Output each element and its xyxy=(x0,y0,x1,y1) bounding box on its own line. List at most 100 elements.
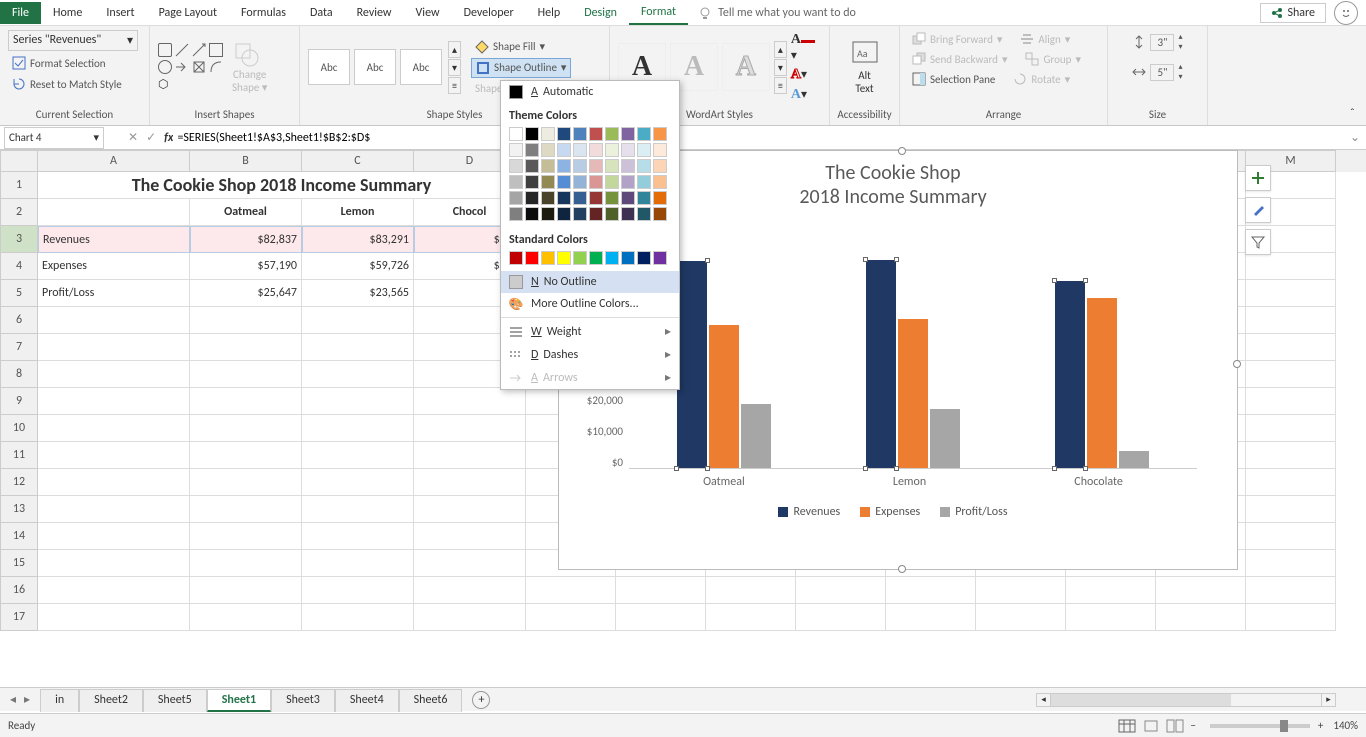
color-swatch[interactable] xyxy=(605,175,619,189)
column-header[interactable]: B xyxy=(190,150,302,172)
chart-elements-button[interactable] xyxy=(1245,165,1271,191)
cell[interactable] xyxy=(976,604,1066,631)
cell[interactable] xyxy=(302,577,414,604)
cell[interactable] xyxy=(886,604,976,631)
chart-bar[interactable] xyxy=(709,325,739,468)
width-input[interactable]: 5"▴▾ xyxy=(1128,60,1186,84)
cell[interactable] xyxy=(302,442,414,469)
more-colors-item[interactable]: 🎨More Outline Colors... xyxy=(501,293,679,315)
color-swatch[interactable] xyxy=(589,143,603,157)
cell[interactable] xyxy=(38,334,190,361)
reset-style-button[interactable]: Reset to Match Style xyxy=(8,75,126,93)
cell[interactable] xyxy=(1246,253,1336,280)
color-swatch[interactable] xyxy=(589,175,603,189)
zoom-slider[interactable] xyxy=(1210,724,1310,728)
cell[interactable] xyxy=(1246,550,1336,577)
color-swatch[interactable] xyxy=(621,127,635,141)
cell[interactable] xyxy=(38,442,190,469)
normal-view-button[interactable] xyxy=(1118,719,1136,733)
standard-colors-grid[interactable] xyxy=(501,249,679,271)
cell[interactable]: Oatmeal xyxy=(190,199,302,226)
cell[interactable] xyxy=(414,442,526,469)
cell[interactable] xyxy=(302,307,414,334)
pagelayout-tab[interactable]: Page Layout xyxy=(147,2,229,24)
cell[interactable] xyxy=(414,604,526,631)
cell[interactable] xyxy=(1246,388,1336,415)
row-header[interactable]: 11 xyxy=(0,442,38,469)
cell[interactable] xyxy=(1246,442,1336,469)
chart-bar[interactable] xyxy=(677,261,707,468)
gallery-scroller[interactable]: ▴▾≡ xyxy=(448,41,461,94)
cell[interactable] xyxy=(1156,577,1246,604)
cell[interactable] xyxy=(414,577,526,604)
tab-nav-arrows[interactable]: ◂▸ xyxy=(0,692,40,707)
cell[interactable] xyxy=(1246,604,1336,631)
row-header[interactable]: 5 xyxy=(0,280,38,307)
color-swatch[interactable] xyxy=(637,191,651,205)
color-swatch[interactable] xyxy=(605,143,619,157)
chart-bar[interactable] xyxy=(741,404,771,468)
cell[interactable] xyxy=(38,361,190,388)
cell[interactable] xyxy=(302,550,414,577)
cell[interactable] xyxy=(1246,280,1336,307)
color-swatch[interactable] xyxy=(525,191,539,205)
color-swatch[interactable] xyxy=(541,175,555,189)
color-swatch[interactable] xyxy=(573,207,587,221)
cell[interactable] xyxy=(302,361,414,388)
new-sheet-button[interactable]: + xyxy=(472,691,490,709)
cell[interactable]: $23,565 xyxy=(302,280,414,307)
cell[interactable] xyxy=(38,550,190,577)
cell[interactable]: $25,647 xyxy=(190,280,302,307)
color-swatch[interactable] xyxy=(621,175,635,189)
color-swatch[interactable] xyxy=(637,159,651,173)
color-swatch[interactable] xyxy=(589,127,603,141)
color-swatch[interactable] xyxy=(589,251,603,265)
color-swatch[interactable] xyxy=(605,207,619,221)
cell[interactable] xyxy=(526,604,616,631)
page-layout-view-button[interactable] xyxy=(1142,719,1160,733)
cell[interactable] xyxy=(616,604,706,631)
sheet-tab[interactable]: Sheet4 xyxy=(335,689,399,712)
sheet-tab[interactable]: Sheet6 xyxy=(399,689,463,712)
chart-bar[interactable] xyxy=(898,319,928,468)
column-header[interactable]: A xyxy=(38,150,190,172)
name-box[interactable]: Chart 4▾ xyxy=(4,127,104,149)
cell[interactable] xyxy=(302,388,414,415)
color-swatch[interactable] xyxy=(637,127,651,141)
cell[interactable] xyxy=(302,415,414,442)
color-swatch[interactable] xyxy=(557,143,571,157)
cell[interactable] xyxy=(302,523,414,550)
cell[interactable] xyxy=(1246,523,1336,550)
cell[interactable] xyxy=(38,496,190,523)
color-swatch[interactable] xyxy=(653,175,667,189)
automatic-color-item[interactable]: AAutomatic xyxy=(501,81,679,103)
cell[interactable] xyxy=(302,604,414,631)
formula-input[interactable] xyxy=(173,128,1344,148)
cell[interactable] xyxy=(190,334,302,361)
format-tab[interactable]: Format xyxy=(629,1,688,25)
cell[interactable] xyxy=(1066,604,1156,631)
color-swatch[interactable] xyxy=(509,207,523,221)
cell[interactable] xyxy=(190,415,302,442)
shape-style-preset[interactable]: Abc xyxy=(308,49,350,85)
theme-colors-grid[interactable] xyxy=(501,125,679,227)
color-swatch[interactable] xyxy=(573,159,587,173)
color-swatch[interactable] xyxy=(557,127,571,141)
cell[interactable] xyxy=(1066,577,1156,604)
cell[interactable] xyxy=(796,604,886,631)
cell[interactable] xyxy=(302,334,414,361)
dashes-submenu[interactable]: DDashes▸ xyxy=(501,343,679,366)
color-swatch[interactable] xyxy=(525,159,539,173)
expand-formula-bar-button[interactable]: ⌄ xyxy=(1344,130,1366,145)
color-swatch[interactable] xyxy=(525,207,539,221)
cell[interactable]: Revenues xyxy=(38,226,190,253)
color-swatch[interactable] xyxy=(653,159,667,173)
cell[interactable]: Lemon xyxy=(302,199,414,226)
color-swatch[interactable] xyxy=(621,191,635,205)
chart-element-selector[interactable]: Series "Revenues"▾ xyxy=(8,30,138,51)
color-swatch[interactable] xyxy=(509,143,523,157)
color-swatch[interactable] xyxy=(653,127,667,141)
wordart-preset[interactable]: A xyxy=(722,43,770,91)
chart-bar[interactable] xyxy=(866,260,896,468)
cell[interactable] xyxy=(38,307,190,334)
